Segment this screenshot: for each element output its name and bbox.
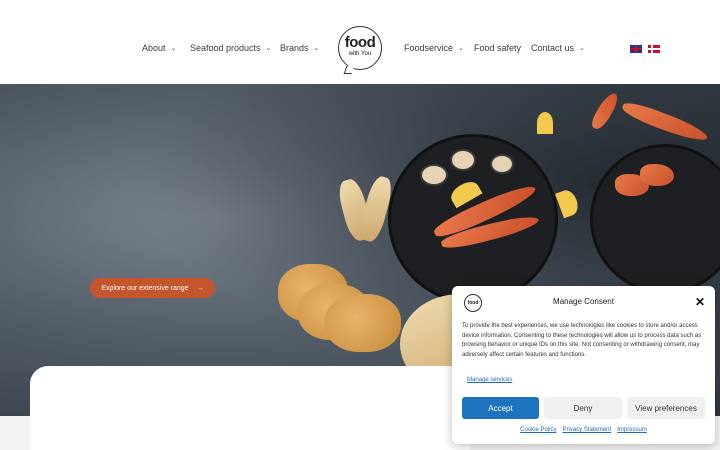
nav-food-safety-label: Food safety	[474, 43, 522, 53]
nav-foodservice-label: Foodservice	[404, 43, 454, 53]
mussel-image	[450, 149, 476, 171]
nav-about[interactable]: About ⌄	[142, 43, 176, 53]
uk-flag-icon[interactable]	[630, 45, 642, 53]
content-card	[30, 366, 470, 450]
nav-contact-us-label: Contact us	[531, 43, 575, 53]
chevron-down-icon: ⌄	[458, 45, 464, 52]
close-icon[interactable]: ✕	[695, 295, 705, 309]
nav-seafood-products-label: Seafood products	[190, 43, 261, 53]
impressum-link[interactable]: Impressum	[617, 427, 647, 433]
view-preferences-button[interactable]: View preferences	[627, 397, 705, 419]
manage-services-link[interactable]: Manage services	[467, 377, 512, 383]
danish-flag-icon[interactable]	[648, 45, 660, 53]
nav-about-label: About	[142, 43, 166, 53]
nav-brands-label: Brands	[280, 43, 309, 53]
chevron-down-icon: ⌄	[579, 45, 585, 52]
chevron-down-icon: ⌄	[313, 45, 320, 52]
nav-contact-us[interactable]: Contact us ⌄	[531, 43, 585, 53]
logo-speech-tail	[343, 66, 355, 74]
consent-title: Manage Consent	[553, 297, 614, 306]
chevron-down-icon: ⌄	[265, 45, 272, 52]
consent-dialog: food Manage Consent ✕ To provide the bes…	[452, 286, 715, 444]
mussel-image	[490, 154, 514, 174]
consent-links: Cookie Policy Privacy Statement Impressu…	[452, 427, 715, 433]
explore-range-label: Explore our extensive range	[101, 284, 189, 292]
chevron-down-icon: ⌄	[170, 45, 177, 52]
nav-food-safety[interactable]: Food safety	[474, 43, 521, 53]
explore-range-button[interactable]: Explore our extensive range →	[90, 278, 215, 298]
logo-line2: with You	[348, 51, 372, 57]
nav-seafood-products[interactable]: Seafood products ⌄	[190, 43, 271, 53]
mussel-image	[420, 164, 448, 186]
nav-foodservice[interactable]: Foodservice ⌄	[404, 43, 464, 53]
site-logo[interactable]: food with You	[338, 26, 382, 74]
lemon-image	[537, 112, 553, 134]
cookie-policy-link[interactable]: Cookie Policy	[520, 427, 556, 433]
fish-patty-image	[325, 294, 401, 352]
shrimp-image	[640, 164, 674, 186]
site-header: About ⌄ Seafood products ⌄ Brands ⌄ food…	[0, 0, 720, 84]
nav-brands[interactable]: Brands ⌄	[280, 43, 319, 53]
consent-body: To provide the best experiences, we use …	[462, 323, 702, 358]
deny-button[interactable]: Deny	[544, 397, 622, 419]
privacy-statement-link[interactable]: Privacy Statement	[563, 427, 612, 433]
accept-button[interactable]: Accept	[462, 397, 539, 419]
arrow-right-icon: →	[196, 284, 204, 292]
logo-line1: food	[344, 34, 376, 51]
